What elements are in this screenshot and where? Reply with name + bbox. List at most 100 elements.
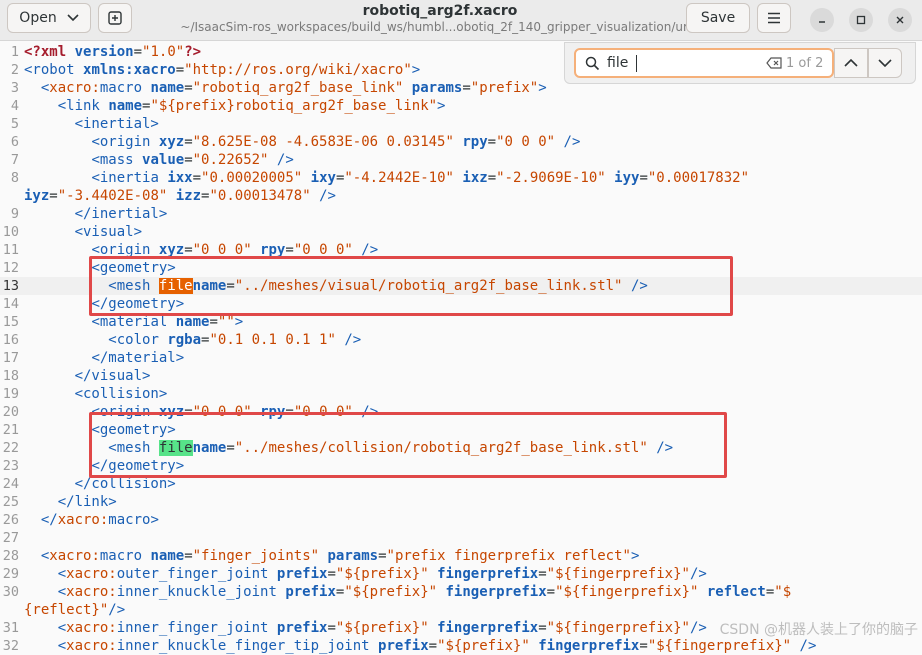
- file-path: ~/IsaacSim-ros_workspaces/build_ws/humbl…: [180, 20, 700, 34]
- new-tab-icon: [107, 10, 123, 26]
- code-text: <visual>: [74, 224, 143, 240]
- code-text: <robot xmlns:xacro="http://ros.org/wiki/…: [24, 62, 421, 78]
- search-bar: file 1 of 2: [564, 42, 916, 84]
- window-title: robotiq_arg2f.xacro: [362, 3, 518, 19]
- code-line[interactable]: 30 <xacro:inner_knuckle_joint prefix="${…: [0, 583, 922, 601]
- code-line[interactable]: 19 <collision>: [0, 385, 922, 403]
- line-number: 17: [2, 350, 19, 366]
- line-number: 32: [2, 638, 19, 654]
- save-button[interactable]: Save: [686, 3, 750, 33]
- watermark: CSDN @机器人装上了你的脑子: [719, 622, 918, 638]
- code-text: <xacro:inner_finger_joint prefix="${pref…: [57, 620, 707, 636]
- line-number: 26: [2, 512, 19, 528]
- new-tab-button[interactable]: [98, 3, 132, 33]
- line-number: 27: [2, 530, 19, 546]
- close-button[interactable]: [888, 8, 912, 32]
- chevron-down-icon: [67, 14, 79, 22]
- menu-button[interactable]: [757, 3, 791, 33]
- code-line[interactable]: 29 <xacro:outer_finger_joint prefix="${p…: [0, 565, 922, 583]
- code-text: <collision>: [74, 386, 168, 402]
- line-number: 7: [10, 152, 19, 168]
- match-count: 1 of 2: [786, 56, 824, 71]
- code-text: <inertia ixx="0.00020005" ixy="-4.2442E-…: [91, 170, 750, 186]
- code-text: <mass value="0.22652" />: [91, 152, 294, 168]
- open-button[interactable]: Open: [7, 3, 91, 33]
- previous-match-button[interactable]: [834, 48, 868, 78]
- line-number: 14: [2, 296, 19, 312]
- highlight-box-visual-geometry: [89, 256, 733, 316]
- save-label: Save: [700, 10, 736, 26]
- highlight-box-collision-geometry: [89, 412, 727, 478]
- code-line[interactable]: 4 <link name="${prefix}robotiq_arg2f_bas…: [0, 97, 922, 115]
- line-number: 21: [2, 422, 19, 438]
- code-line[interactable]: {reflect}"/>: [0, 601, 922, 619]
- code-line[interactable]: 8 <inertia ixx="0.00020005" ixy="-4.2442…: [0, 169, 922, 187]
- code-text: </inertial>: [74, 206, 168, 222]
- code-text: <xacro:inner_knuckle_joint prefix="${pre…: [57, 584, 792, 600]
- line-number: 19: [2, 386, 19, 402]
- maximize-button[interactable]: [849, 8, 873, 32]
- hamburger-icon: [767, 12, 781, 24]
- code-text: </material>: [91, 350, 185, 366]
- line-number: 28: [2, 548, 19, 564]
- chevron-down-icon: [878, 59, 892, 67]
- code-text: <?xml version="1.0"?>: [24, 44, 202, 60]
- code-text: <link name="${prefix}robotiq_arg2f_base_…: [57, 98, 446, 114]
- line-number: 29: [2, 566, 19, 582]
- line-number: 23: [2, 458, 19, 474]
- code-text: </xacro:macro>: [40, 512, 159, 528]
- line-number: 8: [10, 170, 19, 186]
- code-text: </link>: [57, 494, 117, 510]
- minimize-icon: [817, 15, 827, 25]
- line-number: 18: [2, 368, 19, 384]
- line-number: 12: [2, 260, 19, 276]
- next-match-button[interactable]: [868, 48, 902, 78]
- code-line[interactable]: 25 </link>: [0, 493, 922, 511]
- code-text: <xacro:macro name="finger_joints" params…: [40, 548, 640, 564]
- code-line[interactable]: 6 <origin xyz="8.625E-08 -4.6583E-06 0.0…: [0, 133, 922, 151]
- code-line[interactable]: 28 <xacro:macro name="finger_joints" par…: [0, 547, 922, 565]
- open-label: Open: [19, 10, 57, 26]
- code-text: <inertial>: [74, 116, 159, 132]
- code-line[interactable]: 10 <visual>: [0, 223, 922, 241]
- line-number: 15: [2, 314, 19, 330]
- code-line[interactable]: 27: [0, 529, 922, 547]
- code-line[interactable]: 32 <xacro:inner_knuckle_finger_tip_joint…: [0, 637, 922, 655]
- line-number: 4: [10, 98, 19, 114]
- code-text: </visual>: [74, 368, 151, 384]
- code-line[interactable]: 18 </visual>: [0, 367, 922, 385]
- minimize-button[interactable]: [810, 8, 834, 32]
- code-text: <xacro:macro name="robotiq_arg2f_base_li…: [40, 80, 547, 96]
- search-icon: [585, 56, 600, 71]
- code-text: <color rgba="0.1 0.1 0.1 1" />: [108, 332, 362, 348]
- line-number: 10: [2, 224, 19, 240]
- code-line[interactable]: 26 </xacro:macro>: [0, 511, 922, 529]
- close-icon: [895, 15, 905, 25]
- line-number: 31: [2, 620, 19, 636]
- search-input[interactable]: file 1 of 2: [574, 48, 834, 78]
- line-number: 20: [2, 404, 19, 420]
- code-line[interactable]: 9 </inertial>: [0, 205, 922, 223]
- line-number: 2: [10, 62, 19, 78]
- line-number: 5: [10, 116, 19, 132]
- chevron-up-icon: [844, 59, 858, 67]
- clear-search-icon[interactable]: [766, 57, 782, 69]
- line-number: 1: [10, 44, 19, 60]
- code-line[interactable]: 16 <color rgba="0.1 0.1 0.1 1" />: [0, 331, 922, 349]
- line-number: 9: [10, 206, 19, 222]
- line-number: 25: [2, 494, 19, 510]
- code-line[interactable]: 17 </material>: [0, 349, 922, 367]
- maximize-icon: [856, 15, 866, 25]
- text-editor[interactable]: 1 <?xml version="1.0"?> 2 <robot xmlns:xacr…: [0, 41, 922, 654]
- code-line[interactable]: 5 <inertial>: [0, 115, 922, 133]
- line-number: 3: [10, 80, 19, 96]
- code-line[interactable]: 7 <mass value="0.22652" />: [0, 151, 922, 169]
- code-text: <origin xyz="8.625E-08 -4.6583E-06 0.031…: [91, 134, 581, 150]
- line-number: 22: [2, 440, 19, 456]
- line-number: 16: [2, 332, 19, 348]
- line-number: 13: [2, 278, 19, 294]
- code-line[interactable]: iyz="-3.4402E-08" izz="0.00013478" />: [0, 187, 922, 205]
- line-number: 6: [10, 134, 19, 150]
- text-cursor: [636, 55, 637, 72]
- line-number: 24: [2, 476, 19, 492]
